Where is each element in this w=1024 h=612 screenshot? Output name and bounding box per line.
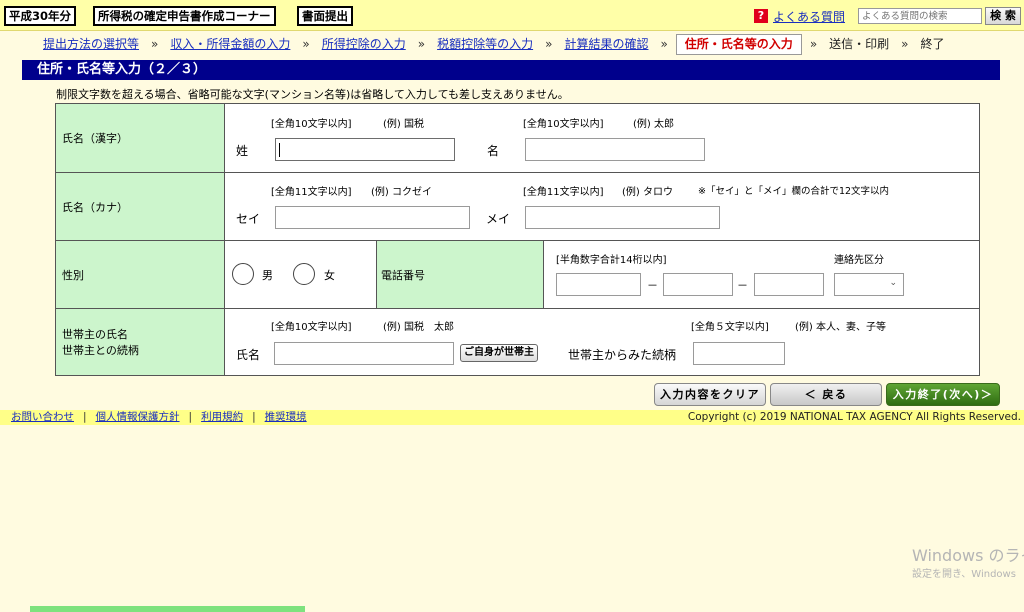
- windows-activation-watermark: Windows のライセ: [912, 546, 1024, 565]
- sei-kanji-input[interactable]: [275, 138, 455, 161]
- label-household-name: 世帯主の氏名: [62, 328, 128, 341]
- label-name-kanji: 氏名（漢字）: [56, 104, 225, 172]
- relation-hint: [全角５文字以内]: [691, 322, 769, 333]
- row-name-kana: 氏名（カナ） [全角11文字以内] (例) コクゼイ [全角11文字以内] (例…: [56, 173, 979, 241]
- mei-kanji-hint: [全角10文字以内]: [523, 119, 604, 130]
- privacy-link[interactable]: 個人情報保護方針: [96, 411, 180, 423]
- footer-separator: |: [188, 411, 193, 423]
- phone-part2-input[interactable]: [663, 273, 733, 296]
- year-tab[interactable]: 平成30年分: [4, 6, 77, 26]
- help-icon[interactable]: ?: [754, 9, 768, 23]
- mei-kana-hint: [全角11文字以内]: [523, 187, 604, 198]
- label-household-relation: 世帯主との続柄: [62, 344, 139, 357]
- female-label: 女: [324, 269, 335, 282]
- label-name-kana: 氏名（カナ）: [56, 173, 225, 240]
- phone-dash: －: [647, 279, 658, 292]
- length-note: 制限文字数を超える場合、省略可能な文字(マンション名等)は省略して入力しても差し…: [56, 88, 569, 101]
- text-caret: [279, 143, 280, 157]
- mei-kanji-example: (例) 太郎: [633, 119, 674, 130]
- footer-separator: |: [252, 411, 256, 423]
- crumb-separator: »: [660, 37, 668, 51]
- crumb-finish: 終了: [920, 37, 945, 51]
- faq-search-input[interactable]: [858, 8, 982, 24]
- page-title: 住所・氏名等入力（２／３）: [22, 60, 1000, 80]
- sei-kana-label: セイ: [236, 212, 261, 226]
- back-button[interactable]: ＜ 戻る: [770, 383, 882, 406]
- male-radio[interactable]: [232, 263, 254, 285]
- contact-type-select[interactable]: ⌄: [834, 273, 904, 296]
- environment-link[interactable]: 推奨環境: [265, 411, 307, 423]
- sei-kana-example: (例) コクゼイ: [371, 187, 432, 198]
- copyright: Copyright (c) 2019 NATIONAL TAX AGENCY A…: [687, 411, 1021, 423]
- crumb-separator: »: [901, 37, 909, 51]
- next-button[interactable]: 入力終了(次へ)＞: [886, 383, 1000, 406]
- crumb-separator: »: [151, 37, 159, 51]
- row-gender-phone: 性別 男 女 電話番号 [半角数字合計14桁以内] 連絡先区分 － － ⌄: [56, 241, 979, 309]
- label-gender: 性別: [56, 241, 225, 308]
- female-radio[interactable]: [293, 263, 315, 285]
- crumb-separator: »: [417, 37, 426, 51]
- household-name-hint: [全角10文字以内]: [271, 322, 352, 333]
- personal-info-form: 氏名（漢字） [全角10文字以内] (例) 国税 [全角10文字以内] (例) …: [55, 103, 980, 376]
- kana-total-note: ※「セイ」と「メイ」欄の合計で12文字以内: [698, 186, 890, 197]
- crumb-submission-method[interactable]: 提出方法の選択等: [43, 34, 139, 54]
- household-name-input[interactable]: [274, 342, 454, 365]
- corner-title-tab[interactable]: 所得税の確定申告書作成コーナー: [93, 6, 276, 26]
- crumb-income[interactable]: 収入・所得金額の入力: [170, 34, 290, 54]
- breadcrumb: 提出方法の選択等 » 収入・所得金額の入力 » 所得控除の入力 » 税額控除等の入力 » 計算結…: [43, 34, 945, 56]
- crumb-results[interactable]: 計算結果の確認: [564, 34, 648, 54]
- footer: お問い合わせ | 個人情報保護方針 | 利用規約 | 推奨環境 Copyright (c) …: [0, 410, 1024, 425]
- sei-kanji-hint: [全角10文字以内]: [271, 119, 352, 130]
- crumb-separator: »: [809, 37, 818, 51]
- mei-kana-label: メイ: [486, 212, 511, 226]
- terms-link[interactable]: 利用規約: [201, 411, 243, 423]
- clear-button[interactable]: 入力内容をクリア: [654, 383, 766, 406]
- phone-hint: [半角数字合計14桁以内]: [556, 255, 667, 266]
- row-name-kanji: 氏名（漢字） [全角10文字以内] (例) 国税 [全角10文字以内] (例) …: [56, 104, 979, 173]
- phone-part3-input[interactable]: [754, 273, 824, 296]
- relation-label: 世帯主からみた続柄: [568, 348, 677, 362]
- sei-kanji-label: 姓: [236, 144, 249, 158]
- chevron-down-icon: ⌄: [889, 278, 897, 288]
- mei-kana-input[interactable]: [525, 206, 720, 229]
- crumb-separator: »: [545, 37, 553, 51]
- crumb-tax-credits[interactable]: 税額控除等の入力: [437, 34, 533, 54]
- phone-dash: －: [737, 279, 748, 292]
- crumb-deductions[interactable]: 所得控除の入力: [322, 34, 406, 54]
- mei-kana-example: (例) タロウ: [622, 187, 673, 198]
- crumb-send-print: 送信・印刷: [829, 37, 890, 51]
- windows-activation-subtext: 設定を開き、Windows: [912, 569, 1016, 580]
- contact-link[interactable]: お問い合わせ: [11, 411, 74, 423]
- label-phone: 電話番号: [376, 241, 544, 308]
- sei-kana-hint: [全角11文字以内]: [271, 187, 352, 198]
- row-household-head: 世帯主の氏名 世帯主との続柄 [全角10文字以内] (例) 国税 太郎 [全角５…: [56, 309, 979, 375]
- mei-kanji-input[interactable]: [525, 138, 705, 161]
- sei-kanji-example: (例) 国税: [383, 119, 424, 130]
- crumb-current-address: 住所・氏名等の入力: [675, 34, 802, 55]
- taskbar-strip: [30, 606, 305, 612]
- top-bar: 平成30年分 所得税の確定申告書作成コーナー 書面提出 ? よくある質問 検 索: [0, 0, 1024, 31]
- household-name-example: (例) 国税 太郎: [383, 322, 454, 333]
- faq-link[interactable]: よくある質問: [773, 8, 845, 25]
- male-label: 男: [262, 269, 273, 282]
- relation-example: (例) 本人、妻、子等: [795, 322, 886, 333]
- self-is-head-button[interactable]: ご自身が世帯主: [460, 344, 538, 362]
- sei-kana-input[interactable]: [275, 206, 470, 229]
- contact-type-label: 連絡先区分: [834, 255, 884, 266]
- relation-input[interactable]: [693, 342, 785, 365]
- mei-kanji-label: 名: [487, 144, 500, 158]
- label-household-head: 世帯主の氏名 世帯主との続柄: [56, 309, 225, 375]
- crumb-separator: »: [302, 37, 310, 51]
- paper-submit-tab[interactable]: 書面提出: [297, 6, 353, 26]
- phone-part1-input[interactable]: [556, 273, 641, 296]
- household-name-label: 氏名: [236, 348, 261, 362]
- search-button[interactable]: 検 索: [985, 7, 1021, 25]
- footer-separator: |: [83, 411, 87, 423]
